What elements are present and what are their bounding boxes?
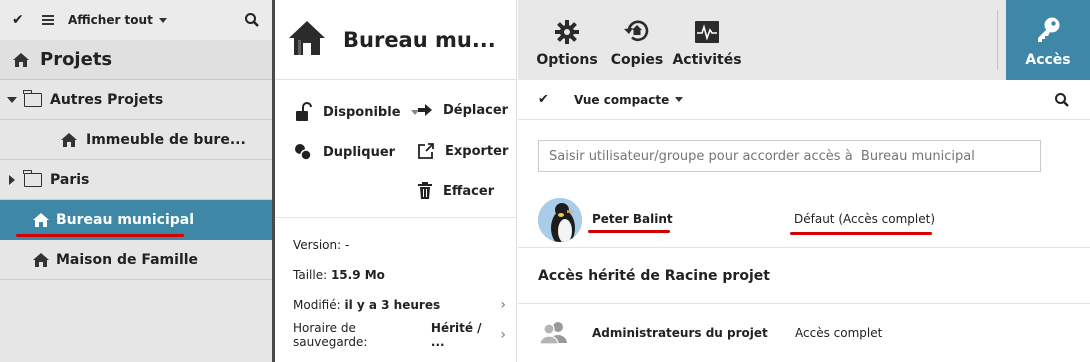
chevron-right-icon: › (500, 327, 506, 343)
export-label: Exporter (445, 143, 509, 159)
availability-dropdown[interactable]: Disponible (293, 102, 419, 122)
key-icon (1038, 17, 1060, 42)
folder-icon (23, 89, 42, 107)
tab-options-label: Options (536, 52, 598, 68)
project-tree: Autres Projets Immeuble de bure... Paris… (0, 80, 272, 280)
red-underline (16, 234, 184, 237)
project-properties: Version: - Taille: 15.9 Mo Modifié: il y… (275, 218, 516, 350)
house-icon (12, 52, 30, 68)
expand-arrow-icon[interactable] (0, 96, 24, 103)
house-icon (32, 252, 50, 268)
tab-separator (997, 10, 998, 70)
project-header: Bureau mu... (275, 0, 516, 80)
activity-monitor-icon (695, 21, 719, 43)
tab-copies[interactable]: Copies (602, 0, 672, 80)
compact-view-dropdown[interactable]: Vue compacte (574, 92, 684, 107)
avatar (538, 198, 582, 242)
group-access-row[interactable]: Administrateurs du projet Accès complet (518, 304, 1090, 362)
red-underline (588, 230, 670, 233)
grant-access-input[interactable] (538, 140, 1041, 172)
tree-item-label: Bureau municipal (56, 212, 195, 228)
project-actions: Disponible Déplacer Dupliquer Exporter E… (275, 80, 516, 218)
group-access-level: Accès complet (795, 326, 883, 340)
size-row: Taille: 15.9 Mo (293, 260, 516, 290)
delete-button[interactable]: Effacer (417, 182, 494, 200)
arrow-right-icon (418, 104, 432, 116)
export-button[interactable]: Exporter (417, 142, 508, 160)
backup-label: Horaire de sauvegarde: (293, 321, 368, 349)
unlock-icon (296, 102, 312, 121)
tab-activities-label: Activités (672, 52, 742, 68)
inherited-access-title: Accès hérité de Racine projet (538, 268, 770, 284)
checkmark-icon[interactable]: ✔ (12, 12, 42, 28)
tab-activities[interactable]: Activités (672, 0, 742, 80)
version-value: - (345, 238, 350, 252)
version-label: Version: (293, 238, 342, 252)
access-pane: Options Copies Activités Accès ✔ Vue com… (518, 0, 1090, 362)
tree-item-autres-projets[interactable]: Autres Projets (0, 80, 272, 120)
caret-down-icon (675, 97, 684, 102)
show-all-dropdown[interactable]: Afficher tout (68, 13, 167, 27)
group-name: Administrateurs du projet (592, 326, 768, 340)
show-all-label: Afficher tout (68, 13, 153, 27)
house-icon (32, 212, 50, 228)
size-label: Taille: (293, 268, 328, 282)
projects-header[interactable]: Projets (0, 40, 272, 80)
projects-title: Projets (40, 49, 113, 70)
move-label: Déplacer (443, 102, 509, 118)
list-icon[interactable] (42, 15, 68, 25)
tree-item-label: Maison de Famille (56, 251, 199, 268)
user-name: Peter Balint (592, 212, 673, 226)
red-underline (790, 232, 932, 235)
project-details-pane: Bureau mu... Disponible Déplacer Dupliqu… (275, 0, 517, 362)
search-icon[interactable] (244, 12, 260, 28)
projects-sidebar: ✔ Afficher tout Projets Autres Projets I… (0, 0, 272, 362)
project-house-icon (287, 18, 327, 62)
tree-item-maison-de-famille[interactable]: Maison de Famille (0, 240, 272, 280)
backup-value: Hérité / ... (430, 321, 482, 349)
tree-item-bureau-municipal[interactable]: Bureau municipal (0, 200, 272, 240)
caret-down-icon (158, 17, 167, 23)
tab-copies-label: Copies (610, 52, 664, 68)
tab-options[interactable]: Options (532, 0, 602, 80)
duplicate-label: Dupliquer (323, 144, 396, 160)
modified-value: il y a 3 heures (344, 298, 441, 312)
project-title: Bureau mu... (343, 27, 496, 52)
gear-icon (555, 20, 579, 44)
availability-label: Disponible (323, 104, 401, 120)
collapse-arrow-icon[interactable] (0, 174, 24, 185)
compact-view-label: Vue compacte (574, 92, 670, 107)
user-access-row[interactable]: Peter Balint Défaut (Accès complet) (518, 194, 1090, 248)
delete-label: Effacer (443, 183, 495, 199)
sidebar-toolbar: ✔ Afficher tout (0, 0, 272, 40)
access-toolbar: ✔ Vue compacte (518, 80, 1090, 120)
tab-access-label: Accès (1025, 52, 1071, 68)
checkmark-icon[interactable]: ✔ (538, 92, 574, 107)
modified-label: Modifié: (293, 298, 341, 312)
tree-item-immeuble[interactable]: Immeuble de bure... (0, 120, 272, 160)
move-button[interactable]: Déplacer (417, 102, 508, 118)
search-icon[interactable] (1054, 92, 1070, 108)
backup-history-icon (624, 20, 649, 42)
modified-row[interactable]: Modifié: il y a 3 heures › (293, 290, 516, 320)
trash-icon (418, 182, 432, 199)
backup-schedule-row[interactable]: Horaire de sauvegarde: Hérité / ... › (293, 320, 516, 350)
version-row: Version: - (293, 230, 516, 260)
tree-item-label: Paris (50, 171, 90, 188)
top-tabs: Options Copies Activités Accès (518, 0, 1090, 80)
group-icon (539, 320, 568, 345)
duplicate-icon (295, 144, 312, 161)
duplicate-button[interactable]: Dupliquer (293, 142, 395, 162)
tree-item-label: Autres Projets (50, 91, 164, 108)
folder-icon (23, 169, 42, 187)
size-value: 15.9 Mo (330, 268, 385, 282)
chevron-right-icon: › (500, 297, 506, 313)
tree-item-paris[interactable]: Paris (0, 160, 272, 200)
export-icon (418, 143, 434, 159)
user-access-level[interactable]: Défaut (Accès complet) (794, 212, 935, 226)
tree-item-label: Immeuble de bure... (86, 131, 246, 148)
tab-access[interactable]: Accès (1006, 0, 1090, 80)
house-icon (60, 132, 78, 148)
